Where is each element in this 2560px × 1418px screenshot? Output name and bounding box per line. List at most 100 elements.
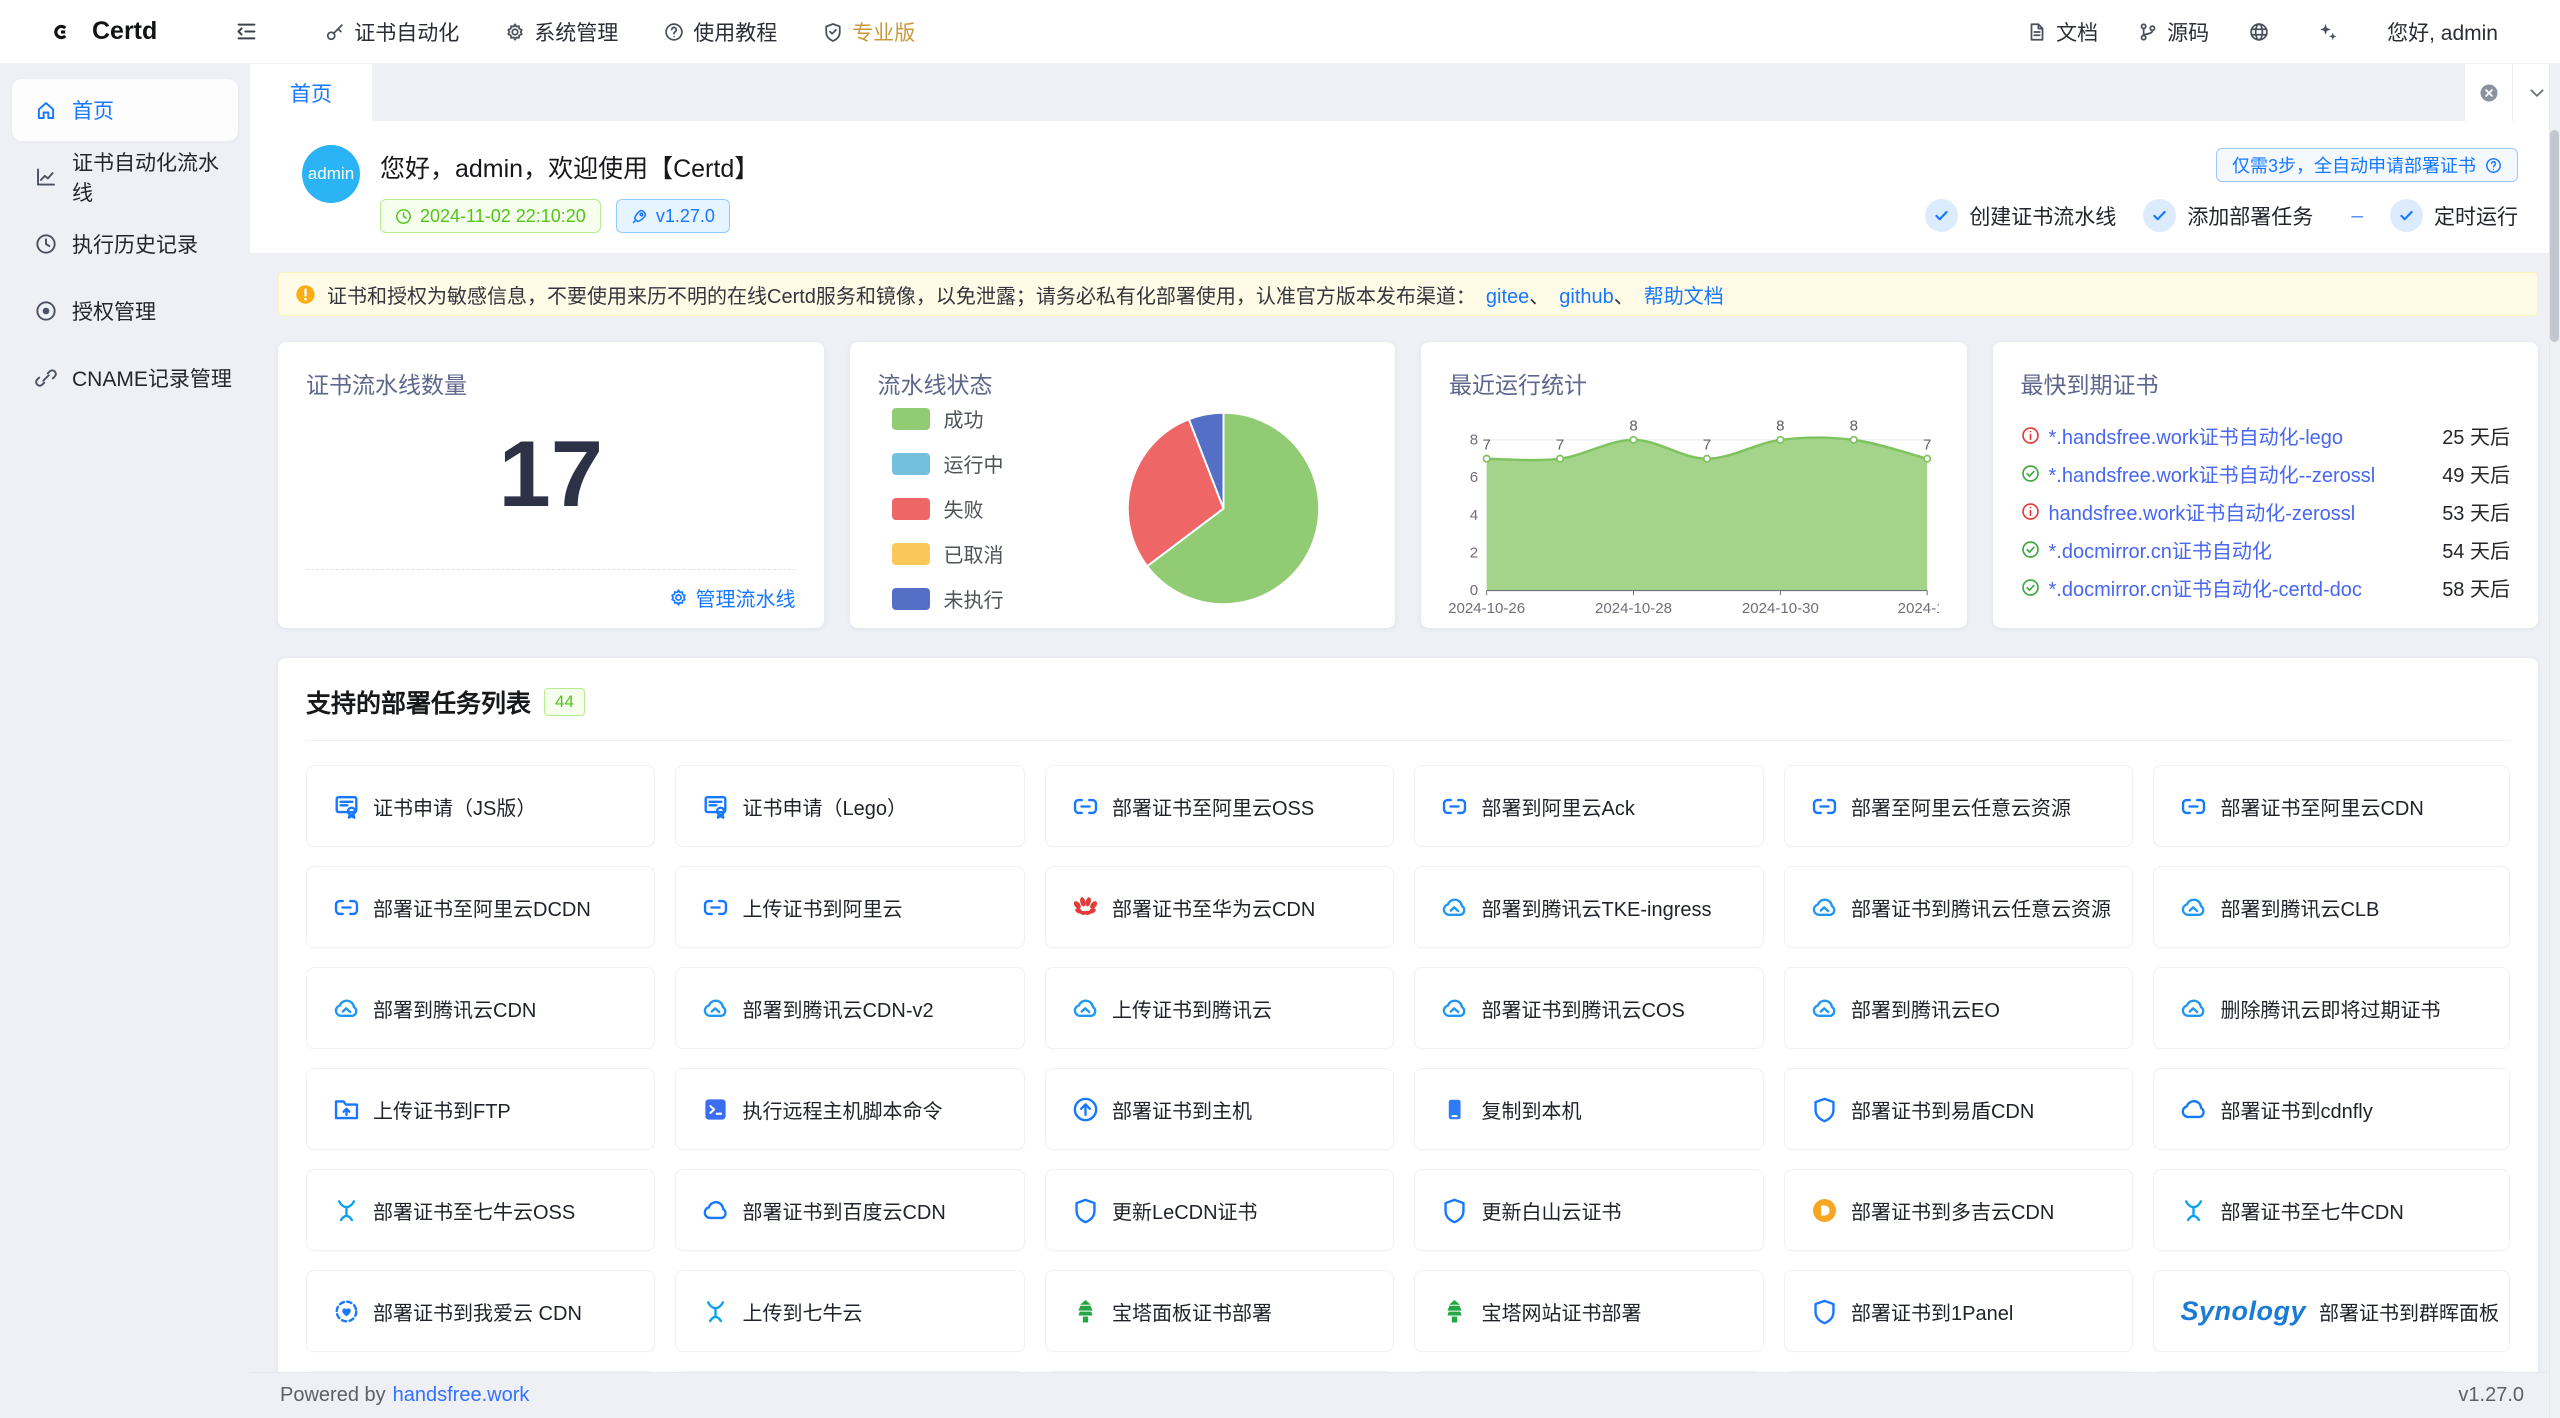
- task-item-label: 部署证书至阿里云CDN: [2220, 792, 2423, 821]
- sidebar-item[interactable]: 证书自动化流水线: [12, 146, 238, 208]
- sidebar-item[interactable]: 首页: [12, 79, 238, 141]
- task-item[interactable]: 证书申请（Lego）: [675, 765, 1025, 847]
- task-item[interactable]: 更新LeCDN证书: [1045, 1169, 1395, 1251]
- task-item[interactable]: 更新白山云证书: [1414, 1169, 1764, 1251]
- cert-name-link[interactable]: *.docmirror.cn证书自动化-certd-doc: [2049, 573, 2429, 602]
- tencent-cloud-icon: [2180, 995, 2207, 1022]
- task-item[interactable]: 部署证书到腾讯云任意云资源: [1784, 866, 2134, 948]
- task-item-label: 删除腾讯云即将过期证书: [2220, 994, 2440, 1023]
- task-item[interactable]: 部署到腾讯云CDN: [306, 967, 655, 1049]
- svg-text:7: 7: [1703, 436, 1711, 453]
- nav-menu-item[interactable]: 系统管理: [482, 0, 641, 64]
- task-item[interactable]: 复制到本机: [1414, 1068, 1764, 1150]
- handsfree-link[interactable]: handsfree.work: [393, 1384, 530, 1406]
- scrollbar-thumb[interactable]: [2550, 130, 2559, 342]
- task-item-label: 部署证书到主机: [1112, 1095, 1252, 1124]
- close-tabs-button[interactable]: [2464, 64, 2512, 121]
- sidebar-item[interactable]: CNAME记录管理: [12, 347, 238, 409]
- svg-text:7: 7: [1482, 436, 1490, 453]
- task-item[interactable]: 部署证书到易盾CDN: [1784, 1068, 2134, 1150]
- sidebar-item[interactable]: 执行历史记录: [12, 213, 238, 275]
- aliyun-icon: [1441, 793, 1468, 820]
- menu-fold-icon[interactable]: [235, 20, 258, 43]
- task-item[interactable]: 部署证书至阿里云DCDN: [306, 866, 655, 948]
- task-item[interactable]: 上传证书到FTP: [306, 1068, 655, 1150]
- task-item[interactable]: Synology 部署证书到群晖面板: [2153, 1270, 2510, 1352]
- qiniu-icon: [702, 1298, 729, 1325]
- legend-item[interactable]: 未执行: [892, 584, 1080, 613]
- task-item[interactable]: 部署证书到cdnfly: [2153, 1068, 2510, 1150]
- task-item[interactable]: [306, 1371, 655, 1372]
- task-item-label: 更新LeCDN证书: [1112, 1196, 1258, 1225]
- sidebar-item[interactable]: 授权管理: [12, 280, 238, 342]
- step-separator-dash: –: [2351, 204, 2363, 228]
- nav-right-item[interactable]: 您好, admin: [2367, 0, 2518, 64]
- task-item[interactable]: 部署证书到百度云CDN: [675, 1169, 1025, 1251]
- task-item[interactable]: 上传到七牛云: [675, 1270, 1025, 1352]
- nav-right-item[interactable]: 源码: [2118, 0, 2229, 64]
- legend-item[interactable]: 运行中: [892, 449, 1080, 478]
- task-item[interactable]: 部署到腾讯云EO: [1784, 967, 2134, 1049]
- nav-menu-item[interactable]: 证书自动化: [302, 0, 482, 64]
- task-item[interactable]: 部署证书至七牛CDN: [2153, 1169, 2510, 1251]
- aliyun-icon: [1072, 793, 1099, 820]
- task-item[interactable]: 部署到腾讯云TKE-ingress: [1414, 866, 1764, 948]
- avatar: admin: [302, 145, 360, 203]
- task-item[interactable]: [1045, 1371, 1395, 1372]
- doc-icon: [2027, 22, 2047, 42]
- task-item[interactable]: 上传证书到阿里云: [675, 866, 1025, 948]
- task-item[interactable]: 证书申请（JS版）: [306, 765, 655, 847]
- task-item[interactable]: 宝塔面板证书部署: [1045, 1270, 1395, 1352]
- task-item[interactable]: 部署到腾讯云CLB: [2153, 866, 2510, 948]
- cert-name-link[interactable]: *.docmirror.cn证书自动化: [2049, 535, 2429, 564]
- nav-right-item[interactable]: [2298, 0, 2367, 64]
- task-item[interactable]: 部署证书到我爱云 CDN: [306, 1270, 655, 1352]
- nav-menu: 证书自动化 系统管理 使用教程 专业版: [302, 0, 938, 64]
- aliyun-icon: [2180, 793, 2207, 820]
- onboarding-step[interactable]: 创建证书流水线: [1925, 199, 2116, 232]
- task-item[interactable]: 部署证书到1Panel: [1784, 1270, 2134, 1352]
- task-item[interactable]: [675, 1371, 1025, 1372]
- dashed-circle-icon: [333, 1298, 360, 1325]
- task-item[interactable]: 宝塔网站证书部署: [1414, 1270, 1764, 1352]
- cert-name-link[interactable]: *.handsfree.work证书自动化-lego: [2049, 421, 2429, 450]
- task-item[interactable]: 部署证书至阿里云OSS: [1045, 765, 1395, 847]
- brand[interactable]: Certd: [42, 13, 157, 51]
- cert-name-link[interactable]: handsfree.work证书自动化-zerossl: [2049, 497, 2429, 526]
- task-item[interactable]: 部署证书至华为云CDN: [1045, 866, 1395, 948]
- task-item[interactable]: 部署至阿里云任意云资源: [1784, 765, 2134, 847]
- nav-menu-item[interactable]: 专业版: [800, 0, 938, 64]
- onboarding-step[interactable]: 添加部署任务 –: [2143, 199, 2363, 232]
- tencent-cloud-icon: [1441, 894, 1468, 921]
- task-item[interactable]: 部署证书到主机: [1045, 1068, 1395, 1150]
- warning-link[interactable]: github: [1559, 286, 1614, 308]
- tab-home[interactable]: 首页: [250, 64, 372, 121]
- nav-right-item[interactable]: [2229, 0, 2298, 64]
- task-item[interactable]: 部署证书到腾讯云COS: [1414, 967, 1764, 1049]
- legend-item[interactable]: 已取消: [892, 539, 1080, 568]
- warning-link[interactable]: 帮助文档: [1644, 286, 1724, 308]
- task-item[interactable]: 部署证书至七牛云OSS: [306, 1169, 655, 1251]
- task-item[interactable]: 删除腾讯云即将过期证书: [2153, 967, 2510, 1049]
- manage-pipelines-link[interactable]: 管理流水线: [669, 583, 796, 612]
- task-item[interactable]: [2153, 1371, 2510, 1372]
- task-item[interactable]: 执行远程主机脚本命令: [675, 1068, 1025, 1150]
- task-item[interactable]: [1414, 1371, 1764, 1372]
- task-item[interactable]: [1784, 1371, 2134, 1372]
- nav-menu-item[interactable]: 使用教程: [641, 0, 800, 64]
- task-item[interactable]: 上传证书到腾讯云: [1045, 967, 1395, 1049]
- legend-item[interactable]: 成功: [892, 404, 1080, 433]
- warning-link[interactable]: gitee: [1486, 286, 1529, 308]
- nav-menu-item-label: 系统管理: [534, 17, 618, 47]
- nav-right-item[interactable]: 文档: [2007, 0, 2118, 64]
- onboarding-step[interactable]: 定时运行: [2390, 199, 2518, 232]
- task-item[interactable]: 部署到腾讯云CDN-v2: [675, 967, 1025, 1049]
- legend-item[interactable]: 失败: [892, 494, 1080, 523]
- quick-start-pill[interactable]: 仅需3步，全自动申请部署证书: [2216, 148, 2518, 182]
- task-item[interactable]: 部署到阿里云Ack: [1414, 765, 1764, 847]
- task-item[interactable]: 部署证书至阿里云CDN: [2153, 765, 2510, 847]
- task-item[interactable]: 部署证书到多吉云CDN: [1784, 1169, 2134, 1251]
- cert-name-link[interactable]: *.handsfree.work证书自动化--zerossl: [2049, 459, 2429, 488]
- legend-swatch: [892, 588, 930, 610]
- question-circle-icon: [664, 22, 684, 42]
